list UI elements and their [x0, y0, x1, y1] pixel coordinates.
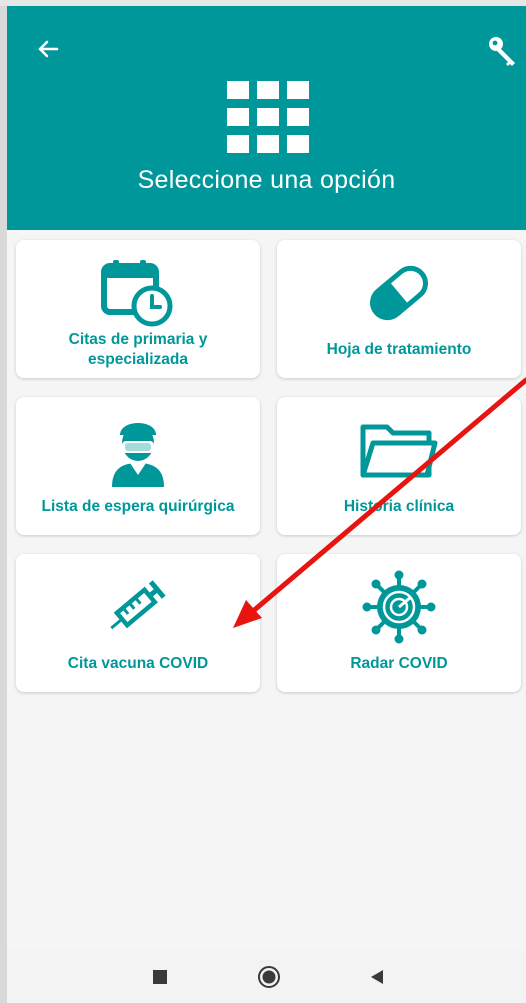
option-label: Radar COVID: [350, 655, 448, 672]
virus-radar-icon: [277, 564, 521, 650]
page-title: Seleccione una opción: [137, 166, 396, 194]
syringe-icon: [16, 564, 260, 650]
option-radar-card[interactable]: Radar COVID: [277, 554, 521, 692]
option-label: Citas de primaria y especializada: [68, 331, 208, 368]
calendar-clock-icon: [16, 250, 260, 336]
folder-icon: [277, 407, 521, 493]
key-button[interactable]: [483, 32, 523, 72]
triangle-left-icon: [371, 970, 383, 984]
option-vacuna-card[interactable]: Cita vacuna COVID: [16, 554, 260, 692]
circle-icon: [258, 966, 280, 988]
grid-icon: [227, 81, 309, 153]
surgeon-icon: [16, 407, 260, 493]
option-citas-card[interactable]: Citas de primaria y especializada: [16, 240, 260, 378]
app-header: Seleccione una opción: [7, 6, 526, 230]
screen-border: [0, 0, 7, 1003]
square-icon: [153, 970, 167, 984]
option-historia-card[interactable]: Historia clínica: [277, 397, 521, 535]
system-nav-bar: [7, 950, 526, 1003]
option-hoja-card[interactable]: Hoja de tratamiento: [277, 240, 521, 378]
option-label: Historia clínica: [343, 498, 455, 515]
arrow-left-icon: [38, 40, 59, 58]
home-button[interactable]: [256, 964, 282, 990]
option-label: Hoja de tratamiento: [326, 341, 472, 358]
nav-back-button[interactable]: [368, 968, 386, 986]
back-button[interactable]: [33, 34, 63, 64]
option-label: Lista de espera quirúrgica: [41, 498, 235, 515]
option-label: Cita vacuna COVID: [67, 655, 209, 672]
pill-icon: [277, 250, 521, 336]
recent-apps-button[interactable]: [151, 968, 169, 986]
key-icon: [489, 37, 515, 66]
option-lista-card[interactable]: Lista de espera quirúrgica: [16, 397, 260, 535]
